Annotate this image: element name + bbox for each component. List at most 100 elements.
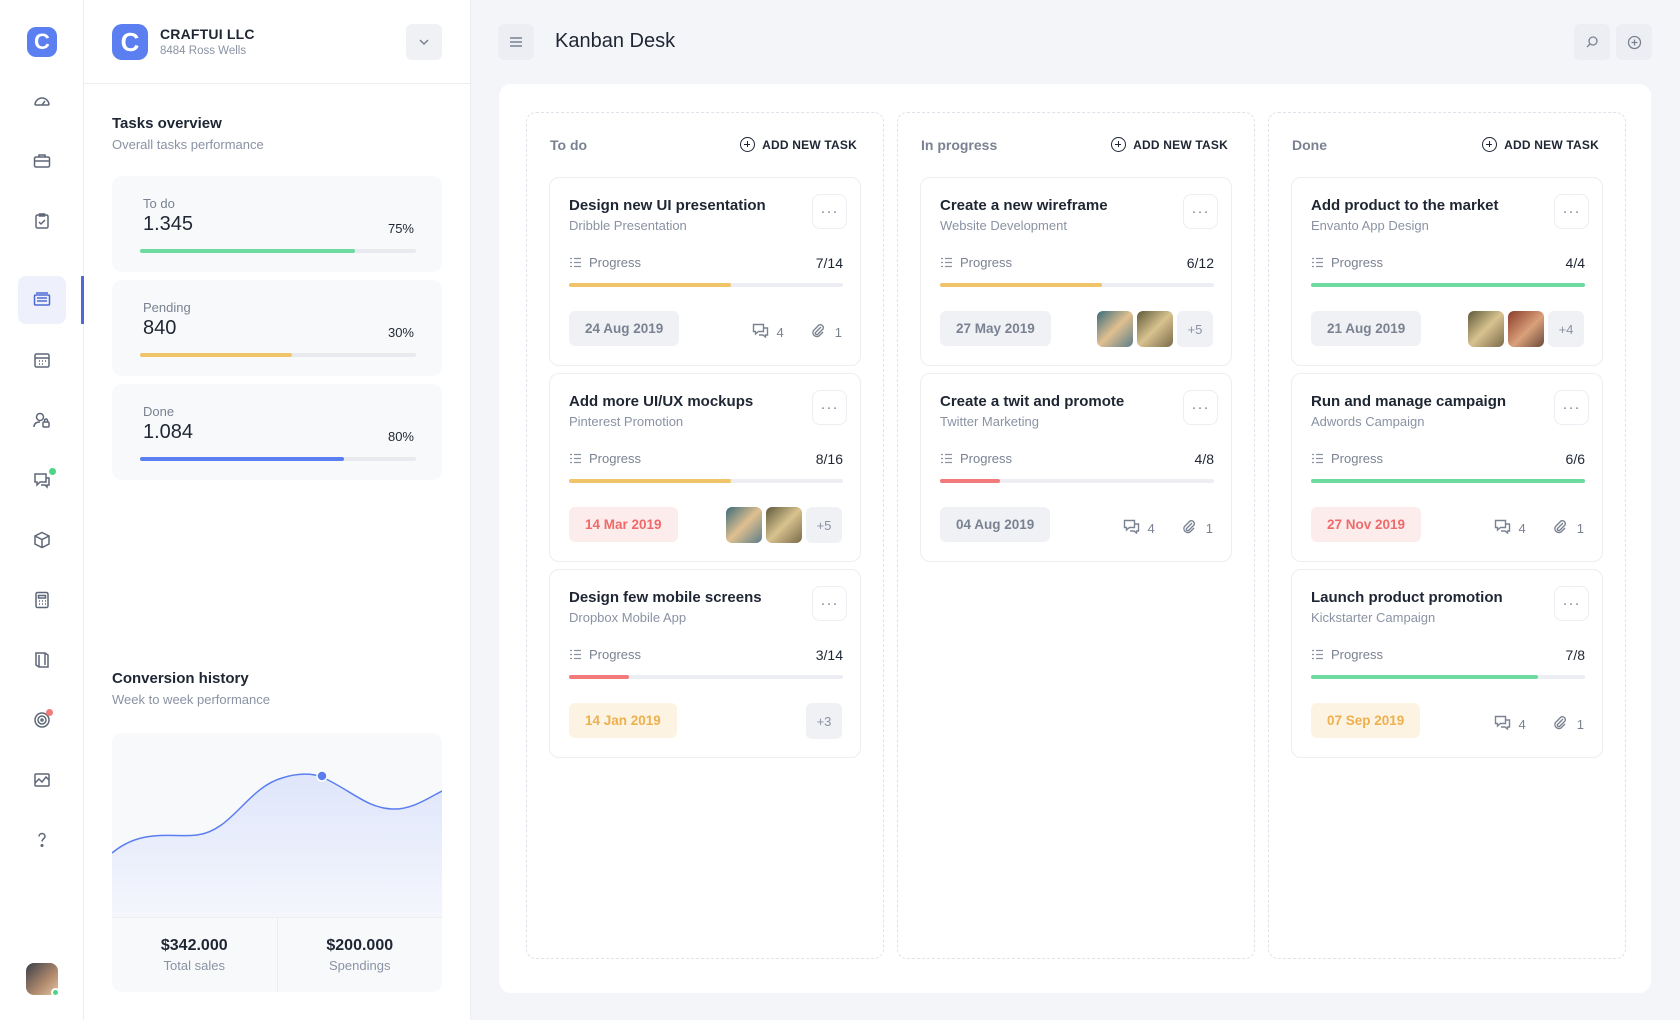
more-options-button[interactable]: ···	[1554, 194, 1589, 229]
conversion-summary: $342.000 Total sales $200.000 Spendings	[112, 917, 442, 992]
task-project: Dropbox Mobile App	[569, 610, 687, 625]
task-card[interactable]: Design few mobile screens Dropbox Mobile …	[549, 569, 861, 758]
dashboard-icon[interactable]	[18, 77, 66, 125]
search-icon	[1586, 36, 1598, 48]
progress-count: 6/12	[1186, 255, 1214, 271]
stat-percent: 75%	[387, 221, 414, 236]
task-title: Run and manage campaign	[1311, 393, 1507, 410]
progress-label: Progress	[960, 451, 1013, 466]
member-avatar[interactable]	[1137, 311, 1173, 347]
task-card[interactable]: Design new UI presentation Dribble Presen…	[549, 177, 861, 366]
brand-logo-icon[interactable]: C	[27, 27, 57, 57]
book-icon[interactable]	[18, 636, 66, 684]
progress-row: Progress 4/8	[940, 451, 1214, 467]
conversion-chart-card: $342.000 Total sales $200.000 Spendings	[112, 733, 442, 992]
add-new-task-label: ADD NEW TASK	[1504, 137, 1599, 152]
target-icon[interactable]	[18, 696, 66, 744]
user-avatar[interactable]	[26, 963, 60, 997]
checklist-icon	[941, 257, 952, 268]
task-card[interactable]: Create a twit and promote Twitter Marketi…	[920, 373, 1232, 562]
stat-card-todo: To do 1.345 75%	[112, 176, 442, 272]
task-card[interactable]: Add more UI/UX mockups Pinterest Promotio…	[549, 373, 861, 562]
due-date-badge[interactable]: 14 Mar 2019	[569, 507, 678, 542]
chat-icon[interactable]	[18, 456, 66, 504]
calendar-icon[interactable]	[18, 336, 66, 384]
add-new-task-button[interactable]: ADD NEW TASK	[740, 137, 857, 152]
stat-value: 1.345	[143, 213, 194, 235]
progress-track	[940, 479, 1214, 483]
add-button[interactable]	[1616, 24, 1652, 60]
add-new-task-button[interactable]: ADD NEW TASK	[1111, 137, 1228, 152]
due-date-badge[interactable]: 27 Nov 2019	[1311, 507, 1422, 542]
due-date-badge[interactable]: 27 May 2019	[940, 311, 1051, 346]
plus-circle-icon	[1482, 137, 1498, 152]
more-options-button[interactable]: ···	[812, 194, 847, 229]
due-date-badge[interactable]: 04 Aug 2019	[940, 507, 1051, 542]
progress-row: Progress 8/16	[569, 451, 843, 467]
due-date-badge[interactable]: 07 Sep 2019	[1311, 703, 1421, 738]
task-project: Pinterest Promotion	[569, 414, 684, 429]
analytics-icon[interactable]	[18, 756, 66, 804]
total-sales-label: Total sales	[163, 958, 225, 973]
member-avatar[interactable]	[1508, 311, 1544, 347]
task-title: Launch product promotion	[1311, 589, 1503, 606]
more-options-button[interactable]: ···	[812, 390, 847, 425]
member-avatar[interactable]	[1468, 311, 1504, 347]
help-icon[interactable]	[18, 816, 66, 864]
conversion-area	[112, 774, 442, 917]
comment-icon	[1494, 715, 1511, 733]
box-icon[interactable]	[18, 516, 66, 564]
due-date-badge[interactable]: 24 Aug 2019	[569, 311, 680, 346]
attachment-count: 1	[1576, 716, 1584, 732]
task-card[interactable]: Run and manage campaign Adwords Campaign ·…	[1291, 373, 1603, 562]
stat-percent: 30%	[387, 325, 414, 340]
plus-circle-icon	[1111, 137, 1127, 152]
member-avatar[interactable]	[726, 507, 762, 543]
comment-count: 4	[1518, 716, 1526, 732]
more-members-badge[interactable]: +3	[806, 703, 842, 739]
more-options-button[interactable]: ···	[1554, 586, 1589, 621]
more-options-button[interactable]: ···	[812, 586, 847, 621]
kanban-column: In progress ADD NEW TASK Create a new wire…	[897, 112, 1255, 959]
more-members-badge[interactable]: +5	[1177, 311, 1213, 347]
spendings-value: $200.000	[326, 937, 394, 954]
search-button[interactable]	[1574, 24, 1610, 60]
progress-track	[569, 675, 843, 679]
member-avatar[interactable]	[1097, 311, 1133, 347]
more-options-button[interactable]: ···	[1183, 390, 1218, 425]
progress-row: Progress 4/4	[1311, 255, 1585, 271]
comment-count: 4	[1147, 520, 1155, 536]
add-new-task-label: ADD NEW TASK	[1133, 137, 1228, 152]
kanban-icon[interactable]	[18, 276, 66, 324]
total-sales-value: $342.000	[160, 937, 228, 954]
add-circle-icon	[1627, 35, 1641, 49]
checklist-icon	[570, 453, 581, 464]
user-lock-icon[interactable]	[18, 396, 66, 444]
online-status-dot	[49, 468, 56, 475]
card-meta: 41	[1123, 519, 1213, 537]
clipboard-icon[interactable]	[18, 197, 66, 245]
menu-toggle-button[interactable]	[498, 24, 534, 60]
task-card[interactable]: Launch product promotion Kickstarter Camp…	[1291, 569, 1603, 758]
more-members-badge[interactable]: +5	[806, 507, 842, 543]
member-avatar[interactable]	[766, 507, 802, 543]
task-card[interactable]: Add product to the market Envanto App Des…	[1291, 177, 1603, 366]
more-options-button[interactable]: ···	[1554, 390, 1589, 425]
task-card[interactable]: Create a new wireframe Website Developmen…	[920, 177, 1232, 366]
more-members-badge[interactable]: +4	[1548, 311, 1584, 347]
progress-fill	[940, 479, 1001, 483]
more-options-button[interactable]: ···	[1183, 194, 1218, 229]
due-date-badge[interactable]: 14 Jan 2019	[569, 703, 677, 738]
add-new-task-button[interactable]: ADD NEW TASK	[1482, 137, 1599, 152]
progress-fill	[1311, 675, 1539, 679]
attachment-count: 1	[1576, 520, 1584, 536]
calculator-icon[interactable]	[18, 576, 66, 624]
organization-switcher-button[interactable]	[406, 24, 442, 60]
paperclip-icon	[1552, 519, 1569, 537]
online-status-dot	[51, 988, 60, 997]
briefcase-icon[interactable]	[18, 137, 66, 185]
task-project: Twitter Marketing	[940, 414, 1039, 429]
progress-fill	[1311, 283, 1585, 287]
due-date-badge[interactable]: 21 Aug 2019	[1311, 311, 1422, 346]
comment-count: 4	[776, 324, 784, 340]
